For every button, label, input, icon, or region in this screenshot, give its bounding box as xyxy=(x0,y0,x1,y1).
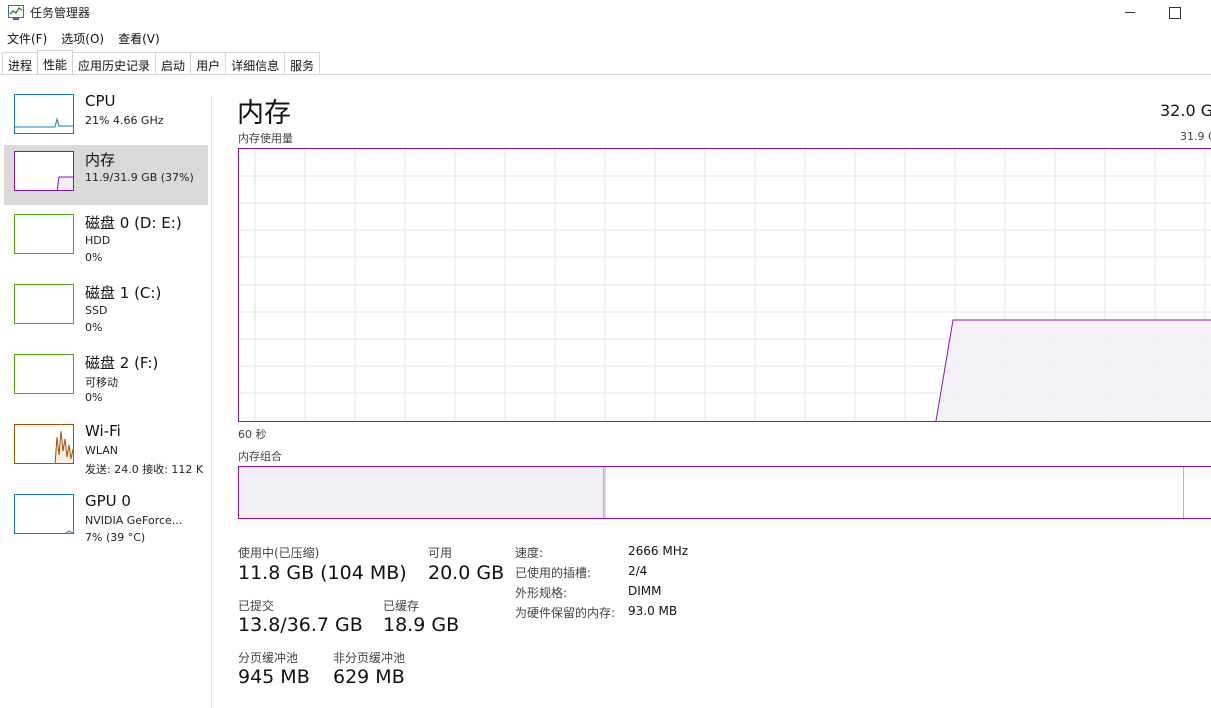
composition-in-use xyxy=(239,467,604,518)
sidebar-item-throughput: 发送: 24.0 接收: 112 K xyxy=(85,463,204,476)
tab-startup[interactable]: 启动 xyxy=(155,52,192,74)
form-factor-label: 外形规格: xyxy=(515,586,568,600)
cached-label: 已缓存 xyxy=(383,599,420,613)
tab-performance[interactable]: 性能 xyxy=(37,50,74,74)
disk-thumbnail xyxy=(14,284,74,324)
window-title: 任务管理器 xyxy=(30,6,91,20)
sidebar-item-label: CPU xyxy=(85,92,116,110)
in-use-label: 使用中(已压缩) xyxy=(238,546,320,560)
page-title: 内存 xyxy=(237,98,291,129)
sidebar-item-usage: 0% xyxy=(85,321,103,334)
tab-services[interactable]: 服务 xyxy=(284,52,321,74)
disk-thumbnail xyxy=(14,354,74,394)
sidebar-item-label: GPU 0 xyxy=(85,492,131,510)
sidebar-item-label: 磁盘 0 (D: E:) xyxy=(85,214,182,232)
memory-thumbnail xyxy=(14,151,74,191)
sidebar-item-cpu[interactable]: CPU 21% 4.66 GHz xyxy=(4,88,208,148)
disk-thumbnail xyxy=(14,214,74,254)
memory-composition-bar xyxy=(238,466,1211,519)
sidebar-item-type: 可移动 xyxy=(85,376,118,389)
paged-pool-value: 945 MB xyxy=(238,666,310,688)
sidebar-item-usage: 0% xyxy=(85,251,103,264)
sidebar-item-label: 磁盘 1 (C:) xyxy=(85,284,162,302)
sidebar-item-type: HDD xyxy=(85,234,111,247)
hardware-reserved-label: 为硬件保留的内存: xyxy=(515,606,616,620)
title-bar: 任务管理器 xyxy=(0,0,1211,26)
sidebar-item-disk-1[interactable]: 磁盘 1 (C:) SSD 0% xyxy=(4,278,208,338)
tab-strip: 进程 性能 应用历史记录 启动 用户 详细信息 服务 xyxy=(2,50,321,74)
sidebar-item-label: Wi-Fi xyxy=(85,422,121,440)
sidebar-item-model: NVIDIA GeForce... xyxy=(85,514,183,527)
sidebar-item-memory[interactable]: 内存 11.9/31.9 GB (37%) xyxy=(4,145,208,205)
sidebar-item-disk-2[interactable]: 磁盘 2 (F:) 可移动 0% xyxy=(4,348,208,408)
minimize-button[interactable] xyxy=(1107,0,1153,26)
tab-app-history[interactable]: 应用历史记录 xyxy=(72,52,157,74)
committed-value: 13.8/36.7 GB xyxy=(238,614,363,636)
available-value: 20.0 GB xyxy=(428,562,505,584)
form-factor-value: DIMM xyxy=(628,584,662,598)
sidebar-item-detail: 11.9/31.9 GB (37%) xyxy=(85,171,194,184)
cpu-thumbnail xyxy=(14,94,74,134)
sidebar-divider xyxy=(211,96,212,708)
menu-file[interactable]: 文件(F) xyxy=(0,27,54,47)
sidebar-item-label: 磁盘 2 (F:) xyxy=(85,354,159,372)
menu-options[interactable]: 选项(O) xyxy=(54,27,111,47)
tab-details[interactable]: 详细信息 xyxy=(225,52,286,74)
menu-view[interactable]: 查看(V) xyxy=(111,27,167,47)
composition-standby xyxy=(1183,467,1184,518)
sidebar-item-wifi[interactable]: Wi-Fi WLAN 发送: 24.0 接收: 112 K xyxy=(4,418,208,478)
cached-value: 18.9 GB xyxy=(383,614,460,636)
sidebar-item-usage: 0% xyxy=(85,391,103,404)
sidebar-item-disk-0[interactable]: 磁盘 0 (D: E:) HDD 0% xyxy=(4,208,208,268)
sidebar-item-type: SSD xyxy=(85,304,108,317)
memory-usage-area xyxy=(936,320,1211,421)
tab-users[interactable]: 用户 xyxy=(190,52,227,74)
menu-bar: 文件(F) 选项(O) 查看(V) xyxy=(0,27,167,47)
sidebar-item-adapter: WLAN xyxy=(85,444,119,457)
nonpaged-pool-value: 629 MB xyxy=(333,666,405,688)
slots-value: 2/4 xyxy=(628,564,648,578)
in-use-value: 11.8 GB (104 MB) xyxy=(238,562,407,584)
usage-graph-label: 内存使用量 xyxy=(238,132,293,145)
sidebar-item-gpu[interactable]: GPU 0 NVIDIA GeForce... 7% (39 °C) xyxy=(4,488,208,548)
nonpaged-pool-label: 非分页缓冲池 xyxy=(333,651,406,665)
task-manager-icon xyxy=(8,5,24,20)
time-axis-label: 60 秒 xyxy=(238,428,267,441)
available-label: 可用 xyxy=(428,546,453,560)
speed-label: 速度: xyxy=(515,546,544,560)
speed-value: 2666 MHz xyxy=(628,544,689,558)
gpu-thumbnail xyxy=(14,494,74,534)
tab-divider xyxy=(0,74,1211,75)
sidebar-item-detail: 21% 4.66 GHz xyxy=(85,114,164,127)
tab-processes[interactable]: 进程 xyxy=(2,52,39,74)
total-memory: 32.0 GB xyxy=(1160,101,1211,120)
paged-pool-label: 分页缓冲池 xyxy=(238,651,299,665)
memory-usage-graph xyxy=(238,148,1211,422)
resource-sidebar: CPU 21% 4.66 GHz 内存 11.9/31.9 GB (37%) 磁… xyxy=(0,86,211,708)
composition-label: 内存组合 xyxy=(238,450,282,463)
sidebar-item-label: 内存 xyxy=(85,151,116,169)
hardware-reserved-value: 93.0 MB xyxy=(628,604,678,618)
sidebar-item-usage: 7% (39 °C) xyxy=(85,531,146,544)
usage-graph-max: 31.9 GB xyxy=(1180,130,1211,143)
wifi-thumbnail xyxy=(14,424,74,464)
maximize-button[interactable] xyxy=(1153,0,1199,26)
slots-label: 已使用的插槽: xyxy=(515,566,592,580)
composition-modified xyxy=(604,467,606,518)
committed-label: 已提交 xyxy=(238,599,275,613)
